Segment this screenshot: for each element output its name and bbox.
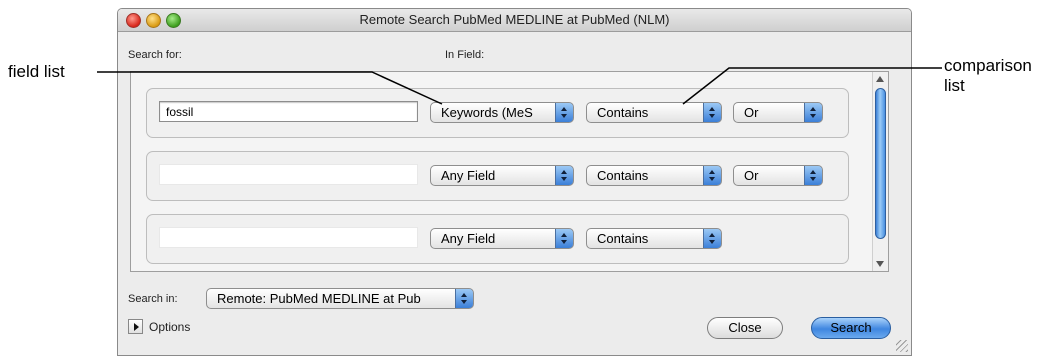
popup-arrows-icon: [703, 229, 721, 248]
criteria-row: Any Field Contains: [146, 214, 849, 264]
close-button[interactable]: Close: [707, 317, 783, 339]
search-button[interactable]: Search: [811, 317, 891, 339]
scroll-up-arrow-icon[interactable]: [876, 76, 884, 82]
disclosure-triangle-icon[interactable]: [128, 319, 143, 334]
popup-arrows-icon: [555, 103, 573, 122]
search-criteria-panel: fossil Keywords (MeS Contains Or Any Fie…: [130, 71, 889, 272]
popup-arrows-icon: [555, 229, 573, 248]
search-in-popup[interactable]: Remote: PubMed MEDLINE at Pub: [206, 288, 474, 309]
comparison-popup[interactable]: Contains: [586, 228, 722, 249]
options-label[interactable]: Options: [149, 320, 190, 334]
operator-popup[interactable]: Or: [733, 102, 823, 123]
vertical-scrollbar[interactable]: [872, 72, 888, 271]
scroll-down-arrow-icon[interactable]: [876, 261, 884, 267]
field-popup-value: Keywords (MeS: [441, 105, 533, 120]
criteria-row: fossil Keywords (MeS Contains Or: [146, 88, 849, 138]
popup-arrows-icon: [703, 103, 721, 122]
field-popup[interactable]: Any Field: [430, 165, 574, 186]
field-popup[interactable]: Keywords (MeS: [430, 102, 574, 123]
resize-grip-icon[interactable]: [896, 340, 908, 352]
popup-arrows-icon: [555, 166, 573, 185]
search-in-popup-value: Remote: PubMed MEDLINE at Pub: [217, 291, 421, 306]
popup-arrows-icon: [804, 166, 822, 185]
search-dialog-window: Remote Search PubMed MEDLINE at PubMed (…: [117, 8, 912, 356]
field-popup[interactable]: Any Field: [430, 228, 574, 249]
search-in-label: Search in:: [128, 293, 178, 305]
scroll-thumb[interactable]: [875, 88, 886, 239]
comparison-popup[interactable]: Contains: [586, 102, 722, 123]
callout-comparison-line1: comparison: [944, 56, 1032, 75]
field-popup-value: Any Field: [441, 231, 496, 246]
callout-field-list: field list: [8, 62, 65, 81]
popup-arrows-icon: [804, 103, 822, 122]
popup-arrows-icon: [703, 166, 721, 185]
search-for-label: Search for:: [128, 49, 182, 61]
operator-popup[interactable]: Or: [733, 165, 823, 186]
operator-popup-value: Or: [744, 105, 759, 120]
window-title: Remote Search PubMed MEDLINE at PubMed (…: [359, 12, 670, 27]
operator-popup-value: Or: [744, 168, 759, 183]
comparison-popup[interactable]: Contains: [586, 165, 722, 186]
title-bar: Remote Search PubMed MEDLINE at PubMed (…: [118, 9, 911, 32]
criteria-row: Any Field Contains Or: [146, 151, 849, 201]
in-field-label: In Field:: [445, 49, 485, 61]
search-term-input[interactable]: fossil: [159, 101, 418, 122]
comparison-popup-value: Contains: [597, 231, 649, 246]
field-popup-value: Any Field: [441, 168, 496, 183]
search-term-input[interactable]: [159, 164, 418, 185]
search-term-input[interactable]: [159, 227, 418, 248]
callout-comparison-line2: list: [944, 76, 965, 95]
comparison-popup-value: Contains: [597, 168, 649, 183]
callout-comparison-list: comparison list: [944, 56, 1032, 96]
popup-arrows-icon: [455, 289, 473, 308]
comparison-popup-value: Contains: [597, 105, 649, 120]
